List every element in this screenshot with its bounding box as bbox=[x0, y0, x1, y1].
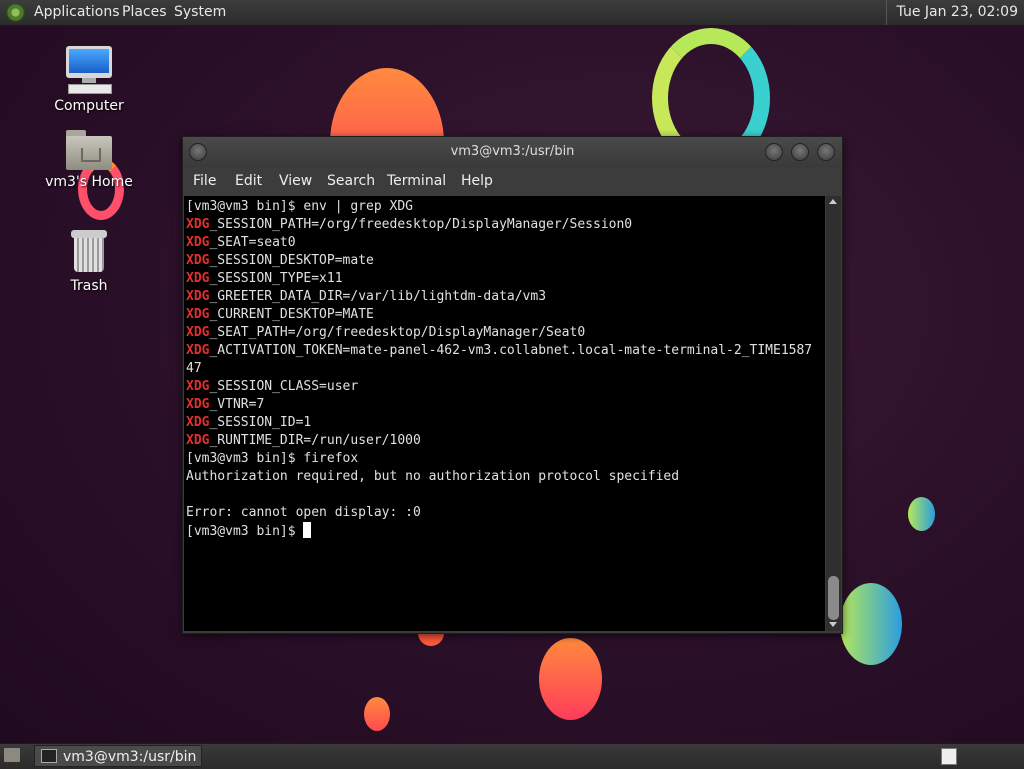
terminal-line: Error: cannot open display: :0 bbox=[186, 504, 825, 522]
line-text bbox=[186, 487, 194, 502]
terminal-scrollbar[interactable] bbox=[826, 196, 841, 631]
line-text: _ACTIVATION_TOKEN=mate-panel-462-vm3.col… bbox=[209, 343, 813, 358]
taskbar-terminal-button[interactable]: vm3@vm3:/usr/bin bbox=[34, 745, 202, 767]
line-text: _GREETER_DATA_DIR=/var/lib/lightdm-data/… bbox=[209, 289, 547, 304]
terminal-line: XDG_GREETER_DATA_DIR=/var/lib/lightdm-da… bbox=[186, 288, 825, 306]
clock[interactable]: Tue Jan 23, 02:09 bbox=[885, 0, 1024, 25]
terminal-window[interactable]: vm3@vm3:/usr/bin File Edit View Search T… bbox=[182, 136, 843, 634]
env-prefix: XDG bbox=[186, 379, 210, 394]
line-text: [vm3@vm3 bin]$ firefox bbox=[186, 451, 359, 466]
bottom-panel: vm3@vm3:/usr/bin bbox=[0, 743, 1024, 769]
env-prefix: XDG bbox=[186, 271, 210, 286]
menu-view[interactable]: View bbox=[279, 173, 312, 189]
line-text: _SEAT_PATH=/org/freedesktop/DisplayManag… bbox=[209, 325, 586, 340]
terminal-line: XDG_CURRENT_DESKTOP=MATE bbox=[186, 306, 825, 324]
menu-edit[interactable]: Edit bbox=[235, 173, 262, 189]
window-titlebar[interactable]: vm3@vm3:/usr/bin bbox=[183, 137, 842, 167]
env-prefix: XDG bbox=[186, 253, 210, 268]
env-prefix: XDG bbox=[186, 343, 210, 358]
scroll-down-icon[interactable] bbox=[829, 622, 837, 627]
desktop-icon-computer[interactable]: Computer bbox=[44, 46, 134, 114]
places-menu[interactable]: Places bbox=[122, 0, 167, 25]
terminal-line: Authorization required, but no authoriza… bbox=[186, 468, 825, 486]
show-desktop-icon[interactable] bbox=[4, 748, 20, 762]
wallpaper-blob bbox=[908, 497, 935, 531]
applications-menu[interactable]: Applications bbox=[34, 0, 120, 25]
menu-terminal[interactable]: Terminal bbox=[387, 173, 446, 189]
terminal-line: XDG_SESSION_CLASS=user bbox=[186, 378, 825, 396]
terminal-line: XDG_SESSION_TYPE=x11 bbox=[186, 270, 825, 288]
desktop-icon-label: vm3's Home bbox=[45, 174, 133, 190]
scroll-thumb[interactable] bbox=[828, 576, 839, 620]
line-text: _SESSION_CLASS=user bbox=[209, 379, 359, 394]
env-prefix: XDG bbox=[186, 325, 210, 340]
prompt: [vm3@vm3 bin]$ bbox=[186, 524, 304, 539]
env-prefix: XDG bbox=[186, 433, 210, 448]
terminal-icon bbox=[41, 749, 57, 763]
menu-file[interactable]: File bbox=[193, 173, 216, 189]
terminal-line: XDG_ACTIVATION_TOKEN=mate-panel-462-vm3.… bbox=[186, 342, 825, 360]
window-title: vm3@vm3:/usr/bin bbox=[450, 144, 575, 159]
line-text: _SEAT=seat0 bbox=[209, 235, 296, 250]
env-prefix: XDG bbox=[186, 415, 210, 430]
menu-search[interactable]: Search bbox=[327, 173, 375, 189]
home-folder-icon bbox=[66, 130, 112, 170]
line-text: _SESSION_ID=1 bbox=[209, 415, 312, 430]
scroll-up-icon[interactable] bbox=[829, 199, 837, 204]
desktop-icon-trash[interactable]: Trash bbox=[44, 230, 134, 294]
line-text: _SESSION_TYPE=x11 bbox=[209, 271, 343, 286]
wallpaper-blob bbox=[539, 638, 602, 720]
desktop-icon-home[interactable]: vm3's Home bbox=[44, 130, 134, 190]
terminal-line: XDG_SESSION_DESKTOP=mate bbox=[186, 252, 825, 270]
terminal-line: [vm3@vm3 bin]$ firefox bbox=[186, 450, 825, 468]
terminal-line: XDG_SEAT_PATH=/org/freedesktop/DisplayMa… bbox=[186, 324, 825, 342]
terminal-output[interactable]: [vm3@vm3 bin]$ env | grep XDG XDG_SESSION… bbox=[184, 196, 825, 631]
desktop-icon-label: Computer bbox=[54, 98, 124, 114]
workspace-switcher[interactable] bbox=[941, 748, 957, 765]
terminal-line: XDG_SEAT=seat0 bbox=[186, 234, 825, 252]
env-prefix: XDG bbox=[186, 217, 210, 232]
trash-icon bbox=[71, 230, 107, 274]
env-prefix: XDG bbox=[186, 235, 210, 250]
taskbar-button-label: vm3@vm3:/usr/bin bbox=[63, 749, 197, 765]
computer-icon bbox=[64, 46, 114, 94]
terminal-line: XDG_RUNTIME_DIR=/run/user/1000 bbox=[186, 432, 825, 450]
close-button[interactable] bbox=[817, 143, 835, 161]
line-text: Error: cannot open display: :0 bbox=[186, 505, 421, 520]
line-text: 47 bbox=[186, 361, 202, 376]
terminal-line: 47 bbox=[186, 360, 825, 378]
system-menu[interactable]: System bbox=[174, 0, 226, 25]
env-prefix: XDG bbox=[186, 397, 210, 412]
top-panel: Applications Places System Tue Jan 23, 0… bbox=[0, 0, 1024, 26]
terminal-line: [vm3@vm3 bin]$ env | grep XDG bbox=[186, 198, 825, 216]
desktop-icon-label: Trash bbox=[70, 278, 108, 294]
window-menu-icon[interactable] bbox=[189, 143, 207, 161]
line-text: _RUNTIME_DIR=/run/user/1000 bbox=[209, 433, 421, 448]
wallpaper-blob bbox=[364, 697, 390, 731]
menu-help[interactable]: Help bbox=[461, 173, 493, 189]
terminal-prompt-line[interactable]: [vm3@vm3 bin]$ bbox=[186, 522, 825, 541]
mate-logo-icon[interactable] bbox=[6, 3, 25, 22]
line-text: Authorization required, but no authoriza… bbox=[186, 469, 680, 484]
env-prefix: XDG bbox=[186, 289, 210, 304]
minimize-button[interactable] bbox=[765, 143, 783, 161]
terminal-line: XDG_SESSION_PATH=/org/freedesktop/Displa… bbox=[186, 216, 825, 234]
terminal-menubar: File Edit View Search Terminal Help bbox=[183, 167, 842, 196]
line-text: [vm3@vm3 bin]$ env | grep XDG bbox=[186, 199, 413, 214]
text-cursor bbox=[303, 522, 312, 538]
terminal-line: XDG_SESSION_ID=1 bbox=[186, 414, 825, 432]
wallpaper-blob bbox=[840, 583, 902, 665]
terminal-line: XDG_VTNR=7 bbox=[186, 396, 825, 414]
line-text: _SESSION_PATH=/org/freedesktop/DisplayMa… bbox=[209, 217, 633, 232]
line-text: _SESSION_DESKTOP=mate bbox=[209, 253, 374, 268]
line-text: _VTNR=7 bbox=[209, 397, 265, 412]
maximize-button[interactable] bbox=[791, 143, 809, 161]
env-prefix: XDG bbox=[186, 307, 210, 322]
terminal-line bbox=[186, 486, 825, 504]
line-text: _CURRENT_DESKTOP=MATE bbox=[209, 307, 374, 322]
